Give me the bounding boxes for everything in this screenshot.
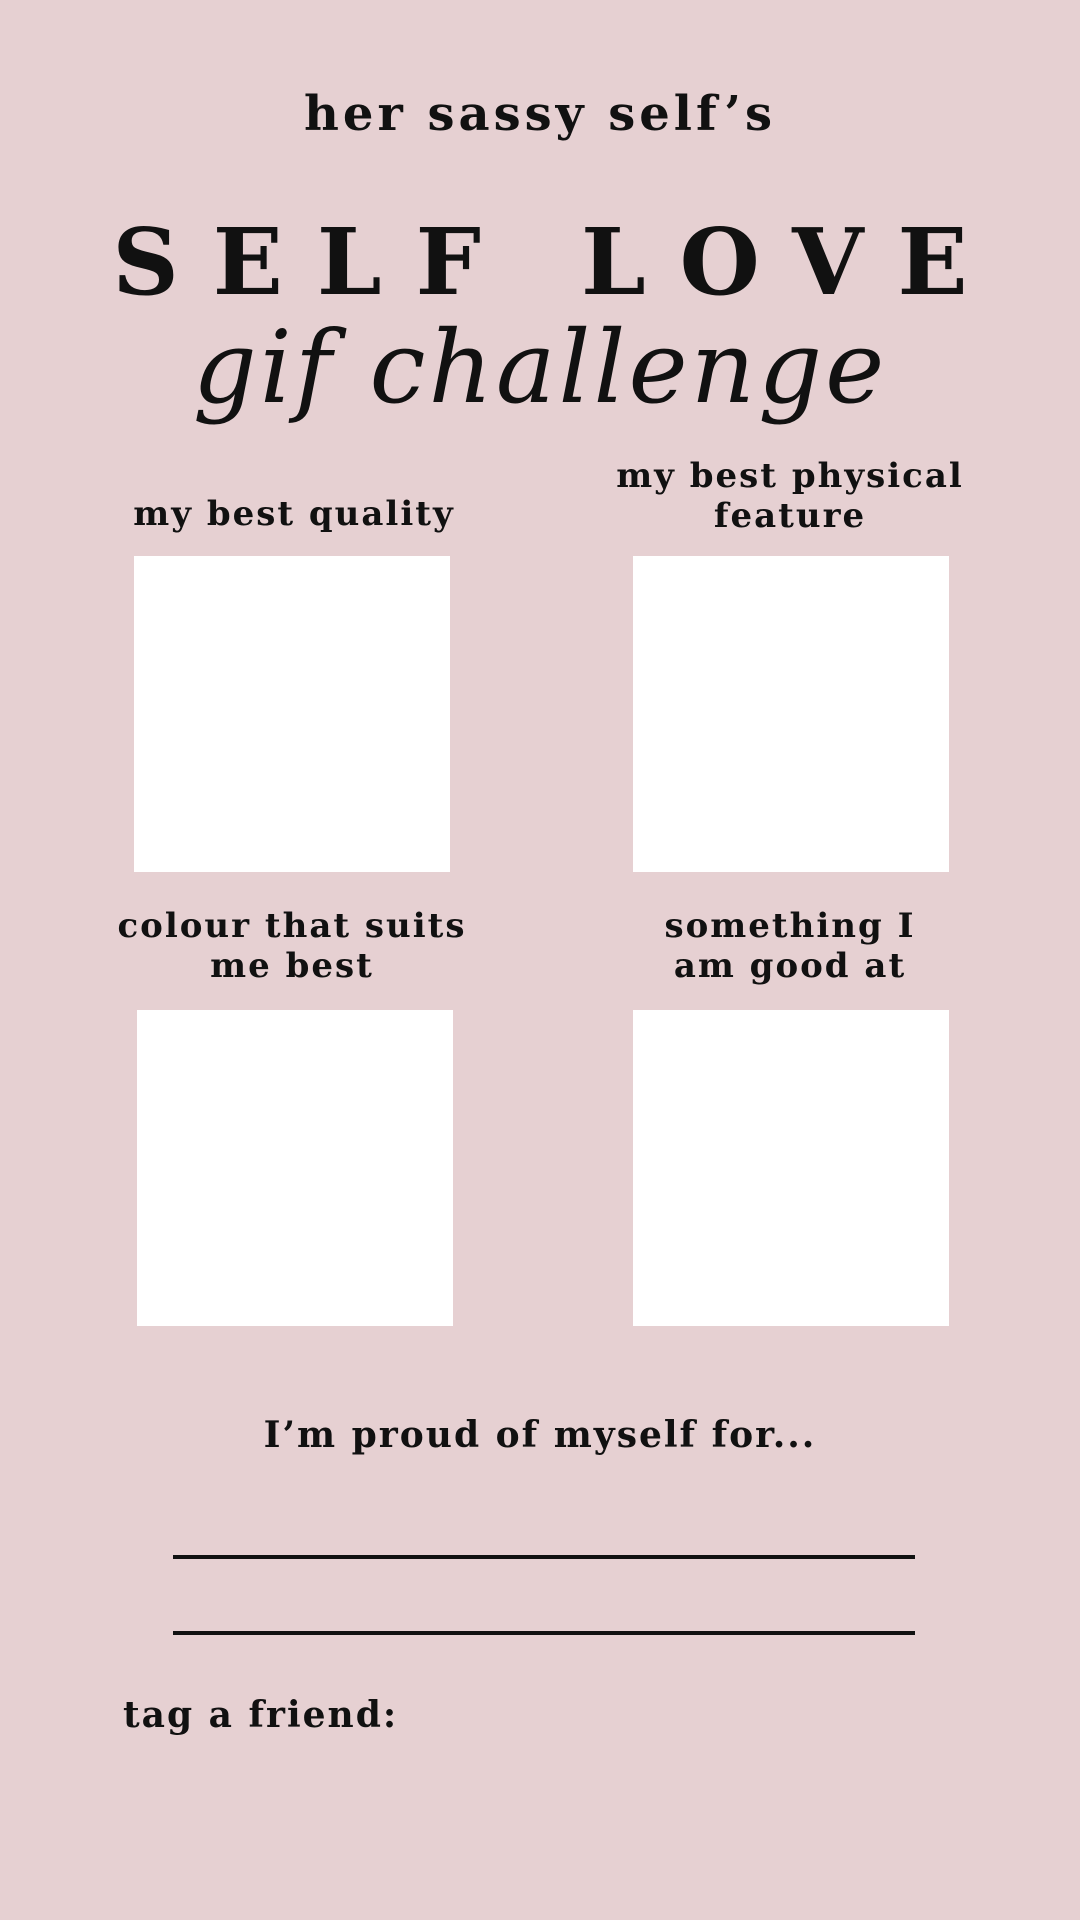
tag-friend-label: tag a friend:: [123, 1694, 399, 1736]
prompt-label-line: me best: [210, 946, 374, 986]
prompt-label-line: my best physical: [616, 456, 964, 496]
story-template: her sassy self’s SELF LOVE gif challenge…: [0, 0, 1080, 1920]
gif-slot-best-quality[interactable]: [134, 556, 450, 872]
gif-slot-good-at[interactable]: [633, 1010, 949, 1326]
brand-name: her sassy self’s: [304, 86, 776, 142]
answer-line-2[interactable]: [173, 1631, 915, 1635]
prompt-label-line: am good at: [673, 946, 907, 986]
gif-slot-best-physical-feature[interactable]: [633, 556, 949, 872]
prompt-label-good-at: something I am good at: [630, 906, 950, 986]
answer-line-1[interactable]: [173, 1555, 915, 1559]
prompt-label-line: feature: [713, 496, 867, 536]
prompt-label-best-physical-feature: my best physical feature: [610, 456, 970, 536]
prompt-label-colour: colour that suits me best: [110, 906, 474, 986]
prompt-label-line: something I: [664, 906, 916, 946]
page-subtitle: gif challenge: [192, 309, 888, 426]
prompt-label-line: colour that suits: [117, 906, 467, 946]
gif-slot-colour[interactable]: [137, 1010, 453, 1326]
prompt-label-best-quality: my best quality: [133, 494, 455, 534]
proud-prompt: I’m proud of myself for...: [263, 1414, 817, 1456]
page-title: SELF LOVE: [112, 208, 1002, 316]
